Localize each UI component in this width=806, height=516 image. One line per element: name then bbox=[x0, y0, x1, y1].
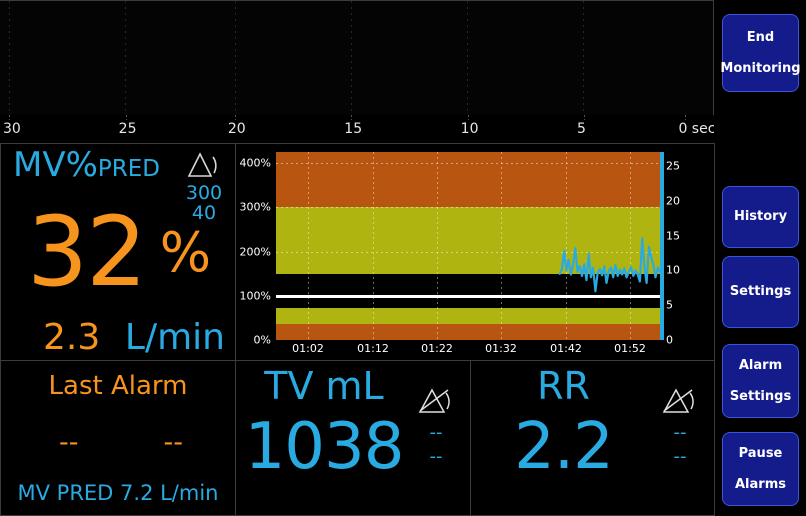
time-axis-tick bbox=[584, 115, 586, 120]
tidal-volume-panel[interactable]: TV mL 1038 -- -- bbox=[235, 360, 471, 516]
waveform-gridline bbox=[583, 1, 585, 115]
rr-value: 2.2 bbox=[514, 410, 614, 484]
waveform-gridline bbox=[467, 1, 468, 115]
alarm-disabled-icon bbox=[662, 388, 694, 413]
settings-label-line: Settings bbox=[729, 284, 792, 300]
mv-pred-value: 32 bbox=[27, 196, 147, 308]
pause-alarms-label-line: Alarms bbox=[735, 476, 786, 492]
time-axis-label: 25 bbox=[118, 121, 137, 137]
chart-x-label: 01:52 bbox=[614, 342, 646, 355]
mv-pred-title-main: MV% bbox=[13, 145, 98, 185]
realtime-waveform-strip bbox=[0, 0, 714, 115]
last-alarm-value-right: -- bbox=[163, 427, 184, 458]
settings-button[interactable]: Settings bbox=[722, 256, 799, 328]
alarm-bell-triangle-icon bbox=[187, 152, 217, 177]
tv-title: TV mL bbox=[264, 364, 384, 408]
alarm-settings-label-line: Alarm bbox=[738, 357, 783, 373]
chart-x-label: 01:42 bbox=[550, 342, 582, 355]
pause-alarms-button[interactable]: Pause Alarms bbox=[722, 432, 799, 506]
end-monitoring-label-line: End bbox=[746, 29, 775, 45]
rr-limit-low: -- bbox=[673, 446, 687, 468]
history-button[interactable]: History bbox=[722, 186, 799, 248]
mv-pred-title: MV%PRED bbox=[13, 148, 160, 182]
chart-y-label-right: 10 bbox=[666, 263, 680, 277]
time-axis-label: 15 bbox=[344, 121, 363, 137]
time-axis-tick bbox=[234, 115, 236, 120]
chart-cursor-bar bbox=[660, 152, 664, 340]
last-alarm-panel[interactable]: Last Alarm -- -- MV PRED 7.2 L/min bbox=[0, 360, 236, 516]
mv-pred-panel[interactable]: MV%PRED 300 40 32 % 2.3 L/min bbox=[0, 143, 236, 361]
end-monitoring-label-line: Monitoring bbox=[720, 60, 801, 76]
chart-y-label-right: 0 bbox=[666, 333, 673, 347]
chart-y-label-left: 200% bbox=[239, 245, 271, 259]
time-axis-tick bbox=[351, 115, 353, 120]
chart-y-label-right: 25 bbox=[666, 159, 680, 173]
time-axis-tick bbox=[125, 115, 127, 120]
waveform-gridline bbox=[350, 1, 352, 115]
chart-x-label: 01:12 bbox=[357, 342, 389, 355]
mv-pred-secondary-unit: L/min bbox=[124, 317, 225, 358]
rr-alarm-limits[interactable]: -- -- bbox=[654, 385, 706, 470]
history-label-line: History bbox=[733, 209, 788, 225]
time-axis-label: 30 bbox=[3, 121, 21, 137]
chart-x-axis: 01:02 01:12 01:22 01:32 01:42 01:52 bbox=[276, 342, 662, 360]
chart-x-label: 01:02 bbox=[292, 342, 324, 355]
time-axis-tick bbox=[685, 115, 687, 120]
time-axis: 30 25 20 15 10 5 0 sec bbox=[0, 115, 714, 143]
rr-limit-high: -- bbox=[673, 422, 687, 443]
time-axis-label: 0 sec bbox=[678, 121, 714, 137]
chart-y-axis-right: 25 20 15 10 5 0 bbox=[664, 152, 690, 346]
waveform-gridline bbox=[234, 1, 236, 115]
chart-plot-area[interactable] bbox=[276, 152, 662, 340]
last-alarm-title: Last Alarm bbox=[48, 371, 188, 401]
chart-x-label: 01:32 bbox=[485, 342, 517, 355]
alarm-disabled-icon bbox=[418, 388, 450, 413]
chart-y-label-left: 100% bbox=[239, 289, 271, 303]
trend-chart-panel[interactable]: 400% 300% 200% 100% 0% 25 20 15 10 5 0 01:02 01:12… bbox=[235, 143, 715, 361]
chart-y-label-right: 15 bbox=[666, 229, 680, 243]
pause-alarms-label-line: Pause bbox=[738, 445, 783, 461]
time-axis-tick bbox=[8, 115, 10, 120]
chart-x-label: 01:22 bbox=[421, 342, 453, 355]
respiratory-rate-panel[interactable]: RR 2.2 -- -- bbox=[470, 360, 715, 516]
tv-limit-low: -- bbox=[429, 446, 443, 468]
last-alarm-value-left: -- bbox=[59, 427, 79, 458]
waveform-gridline bbox=[125, 1, 127, 115]
sidebar: End Monitoring History Settings Alarm Sett… bbox=[715, 0, 806, 516]
mv-pred-reference: MV PRED 7.2 L/min bbox=[17, 481, 219, 505]
tv-alarm-limits[interactable]: -- -- bbox=[410, 385, 462, 470]
chart-y-label-left: 300% bbox=[239, 200, 271, 214]
mv-pred-alarm-limits[interactable]: 300 40 bbox=[181, 150, 227, 224]
chart-y-label-right: 5 bbox=[666, 298, 673, 312]
chart-y-label-left: 0% bbox=[253, 333, 271, 347]
time-axis-label: 5 bbox=[577, 121, 586, 137]
time-axis-label: 20 bbox=[227, 121, 246, 137]
rr-title: RR bbox=[537, 364, 590, 408]
waveform-gridline bbox=[8, 1, 10, 115]
mv-pred-secondary-value: 2.3 bbox=[43, 317, 101, 358]
mv-pred-unit: % bbox=[159, 221, 211, 284]
time-axis-label: 10 bbox=[460, 121, 479, 137]
chart-y-label-left: 400% bbox=[239, 156, 271, 170]
time-axis-tick bbox=[467, 115, 469, 120]
tv-limit-high: -- bbox=[429, 422, 443, 443]
alarm-settings-button[interactable]: Alarm Settings bbox=[722, 344, 799, 418]
chart-y-axis-left: 400% 300% 200% 100% 0% bbox=[236, 152, 274, 347]
mv-pred-trace bbox=[558, 237, 662, 293]
end-monitoring-button[interactable]: End Monitoring bbox=[720, 14, 801, 92]
chart-y-label-right: 20 bbox=[666, 194, 680, 208]
alarm-settings-label-line: Settings bbox=[729, 388, 792, 404]
tv-value: 1038 bbox=[244, 410, 405, 484]
mv-pred-limit-high: 300 bbox=[185, 182, 223, 204]
monitor-screen: 30 25 20 15 10 5 0 sec MV%PRED 300 40 32 % 2.3… bbox=[0, 0, 806, 516]
mv-pred-title-sub: PRED bbox=[97, 156, 160, 182]
